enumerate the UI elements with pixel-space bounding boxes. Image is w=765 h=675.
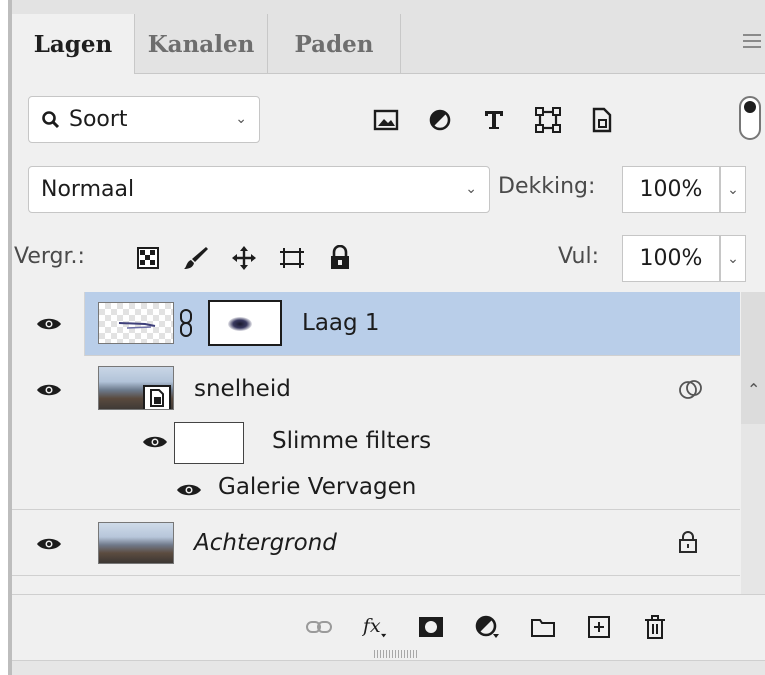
visibility-eye-icon[interactable]	[36, 316, 62, 332]
new-group-folder-icon[interactable]	[530, 614, 556, 640]
blend-mode-select[interactable]: Normaal ⌄	[28, 166, 490, 213]
chevron-down-icon: ⌄	[727, 250, 739, 267]
visibility-eye-icon[interactable]	[142, 434, 168, 450]
smart-object-filter-icon[interactable]	[588, 106, 616, 134]
smart-object-badge-icon	[143, 385, 171, 409]
layers-list: ⌃ Laag 1 snelheid Slimme filters Galerie…	[12, 292, 765, 594]
chevron-down-icon: ⌄	[235, 111, 247, 127]
layer-thumbnail[interactable]	[98, 366, 174, 410]
lock-transparent-pixels-icon[interactable]	[134, 244, 162, 272]
tab-label: Kanalen	[147, 30, 255, 58]
type-filter-icon[interactable]	[480, 106, 508, 134]
layer-name[interactable]: Laag 1	[302, 310, 380, 336]
layer-row-laag-1[interactable]: Laag 1	[12, 292, 740, 356]
lock-all-icon[interactable]	[326, 244, 354, 272]
fill-dropdown-button[interactable]: ⌄	[720, 235, 746, 282]
panel-menu-icon[interactable]	[743, 34, 761, 48]
filter-toggle-switch[interactable]	[739, 96, 761, 140]
visibility-eye-icon[interactable]	[176, 482, 202, 498]
fill-value: 100%	[639, 246, 703, 271]
resize-grip[interactable]	[374, 650, 418, 658]
link-layers-icon[interactable]	[306, 614, 332, 640]
layer-thumbnail[interactable]	[98, 302, 174, 344]
search-icon	[42, 110, 60, 128]
tab-divider	[400, 14, 401, 74]
lock-image-pixels-brush-icon[interactable]	[182, 244, 210, 272]
layer-row-snelheid[interactable]: snelheid Slimme filters Galerie Vervagen	[12, 356, 740, 510]
layer-name[interactable]: Achtergrond	[194, 530, 337, 556]
filter-name[interactable]: Galerie Vervagen	[218, 474, 416, 500]
layer-style-fx-icon[interactable]: fx	[362, 614, 388, 640]
lock-artboard-icon[interactable]	[278, 244, 306, 272]
smart-filters-label[interactable]: Slimme filters	[272, 428, 431, 454]
chevron-down-icon: ⌄	[465, 181, 477, 197]
opacity-input[interactable]: 100%	[622, 166, 720, 213]
opacity-value: 100%	[639, 177, 703, 202]
scrollbar-thumb[interactable]: ⌃	[741, 292, 765, 424]
filter-icon-group	[372, 98, 616, 142]
add-mask-icon[interactable]	[418, 614, 444, 640]
tab-label: Paden	[294, 30, 374, 58]
smart-filter-mask-thumbnail[interactable]	[174, 422, 244, 464]
blend-mode-value: Normaal	[41, 177, 135, 202]
image-filter-icon[interactable]	[372, 106, 400, 134]
filter-kind-select[interactable]: Soort ⌄	[28, 96, 260, 143]
chain-link-icon[interactable]	[178, 308, 194, 338]
tab-paden[interactable]: Paden	[268, 14, 400, 74]
tab-label: Lagen	[33, 31, 113, 58]
tab-bar: Lagen Kanalen Paden	[12, 0, 765, 75]
visibility-eye-icon[interactable]	[36, 536, 62, 552]
opacity-dropdown-button[interactable]: ⌄	[720, 166, 746, 213]
new-layer-icon[interactable]	[586, 614, 612, 640]
opacity-label: Dekking:	[498, 174, 596, 199]
lock-icon	[679, 531, 697, 553]
chevron-down-icon: ⌄	[727, 181, 739, 198]
new-adjustment-layer-icon[interactable]	[474, 614, 500, 640]
panel-bottom-edge	[12, 660, 765, 675]
visibility-eye-icon[interactable]	[36, 382, 62, 398]
layer-thumbnail[interactable]	[98, 522, 174, 564]
fill-input[interactable]: 100%	[622, 235, 720, 282]
shape-filter-icon[interactable]	[534, 106, 562, 134]
fill-label: Vul:	[558, 244, 600, 269]
lock-icon-group	[134, 238, 354, 278]
adjustment-filter-icon[interactable]	[426, 106, 454, 134]
tab-lagen[interactable]: Lagen	[12, 14, 134, 75]
lock-position-move-icon[interactable]	[230, 244, 258, 272]
window-edge	[0, 0, 8, 675]
delete-trash-icon[interactable]	[642, 614, 668, 640]
layers-panel: Lagen Kanalen Paden Soort ⌄ Normaal ⌄ De…	[8, 0, 765, 675]
tab-kanalen[interactable]: Kanalen	[135, 14, 267, 74]
smart-filter-badge-icon[interactable]	[678, 378, 704, 402]
bottom-icon-group: fx	[306, 611, 668, 643]
layer-name[interactable]: snelheid	[194, 376, 291, 402]
layer-mask-thumbnail[interactable]	[208, 300, 282, 346]
layer-row-achtergrond[interactable]: Achtergrond	[12, 510, 740, 576]
svg-text:fx: fx	[362, 615, 381, 637]
chevron-up-icon[interactable]: ⌃	[747, 380, 760, 399]
lock-label: Vergr.:	[14, 244, 85, 269]
filter-kind-label: Soort	[69, 107, 128, 132]
